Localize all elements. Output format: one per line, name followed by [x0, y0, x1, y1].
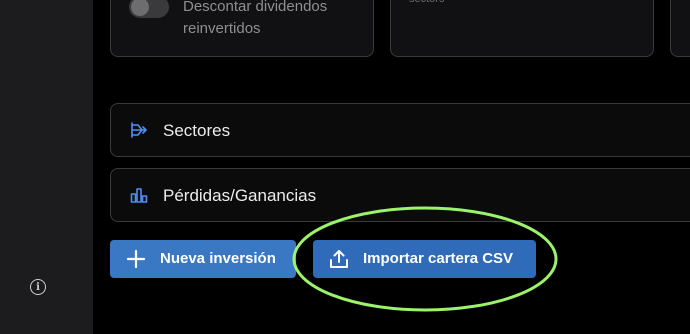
reinvest-toggle[interactable] [129, 0, 169, 18]
new-investment-label: Nueva inversión [160, 250, 276, 267]
section-label: Pérdidas/Ganancias [163, 186, 317, 205]
highlight-ellipse [292, 206, 558, 312]
sidebar: i [0, 0, 93, 334]
new-investment-button[interactable]: Nueva inversión [110, 240, 296, 278]
toggle-knob [131, 0, 149, 16]
settings-card-middle: sectors [390, 0, 654, 57]
plus-icon [126, 249, 146, 269]
settings-card-right [670, 0, 690, 57]
reinvest-toggle-label: Descontar dividendos reinvertidos [183, 0, 328, 37]
settings-card-reinvest: Descontar dividendos reinvertidos [110, 0, 374, 57]
bar-chart-icon [130, 188, 148, 203]
sector-flow-icon [131, 122, 147, 138]
card-partial-text: sectors [409, 0, 444, 5]
info-icon[interactable]: i [30, 279, 46, 295]
section-sectores[interactable]: Sectores [110, 103, 690, 157]
section-label: Sectores [163, 121, 231, 140]
